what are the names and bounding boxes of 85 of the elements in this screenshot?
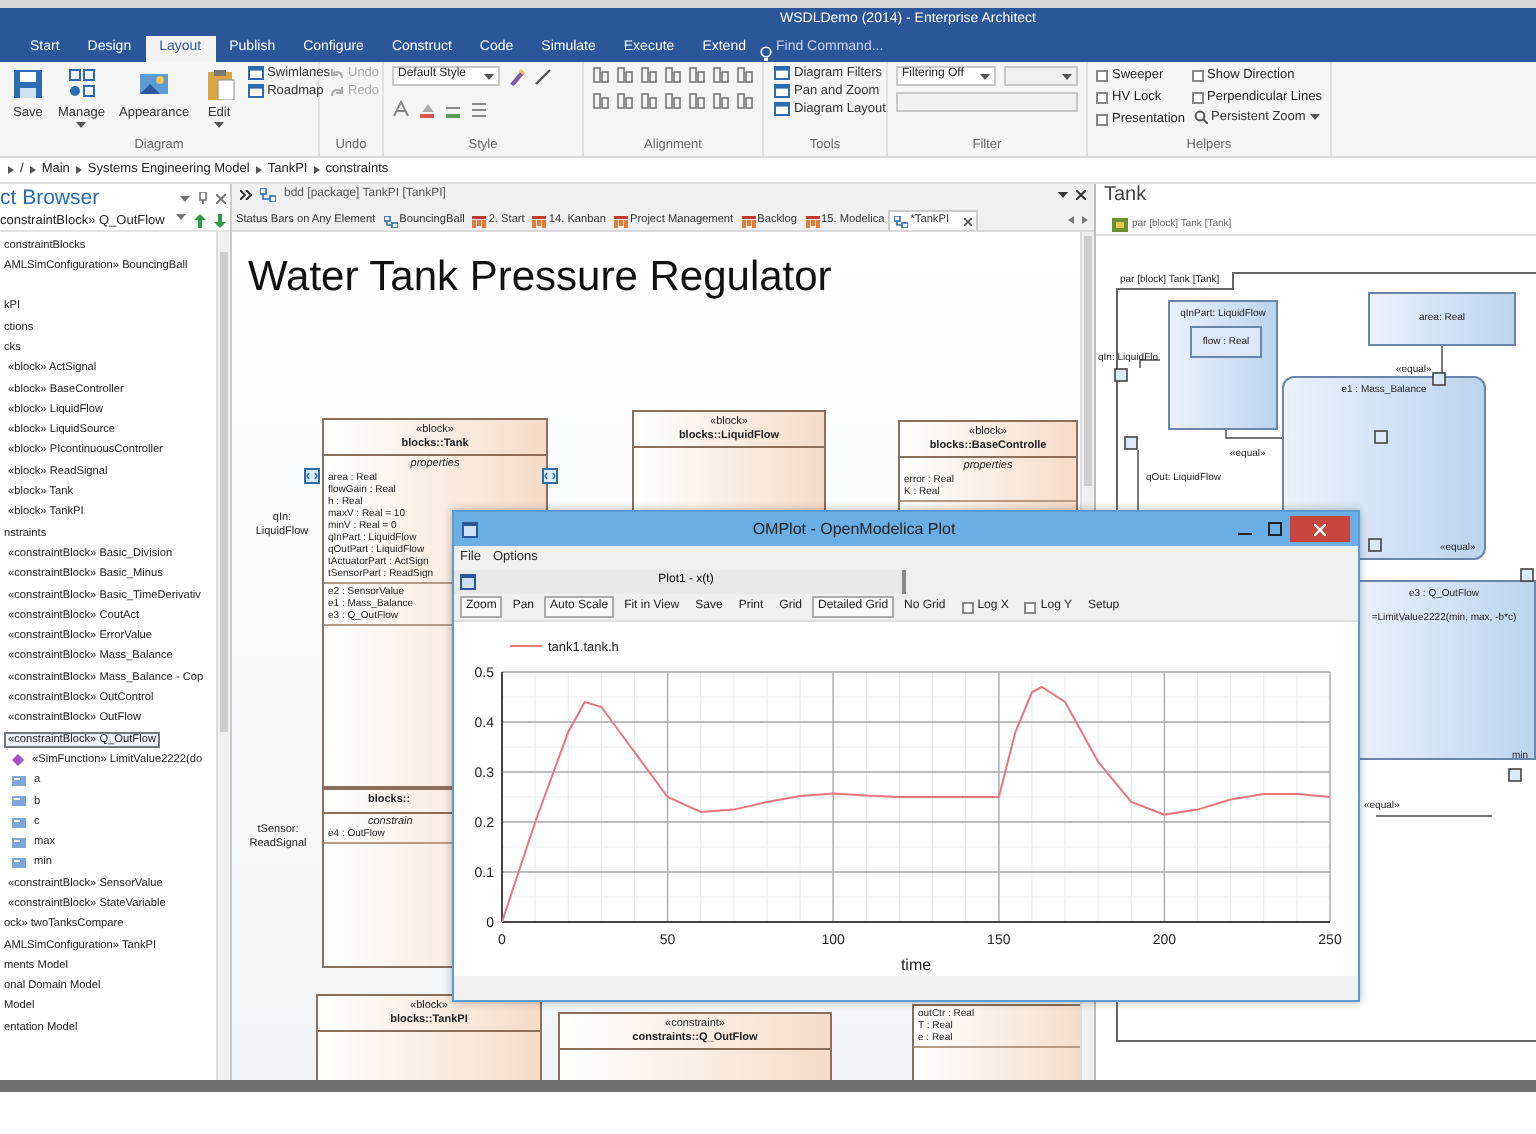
align-icon[interactable]: [592, 92, 610, 110]
align-icon[interactable]: [688, 92, 706, 110]
chevron-icon: [8, 166, 14, 174]
undo-icon: [330, 67, 344, 80]
search-icon: [1193, 110, 1207, 125]
maximize-icon: [1268, 522, 1282, 536]
font-color-icon: [392, 100, 410, 118]
scrollbar-thumb[interactable]: [1084, 236, 1092, 486]
window-icon: [247, 84, 264, 99]
port-icon: [1368, 538, 1382, 552]
fill-color-icon: [418, 100, 436, 118]
chevron-icon: [29, 166, 36, 174]
align-icon[interactable]: [640, 92, 658, 110]
align-icon[interactable]: [712, 92, 730, 110]
close-button[interactable]: [1290, 516, 1350, 542]
panel-title: ct Browser: [0, 185, 100, 211]
attribute-icon: [12, 796, 26, 807]
port-icon: [1432, 372, 1446, 386]
connector-line: [1375, 815, 1493, 817]
clipboard-icon: [203, 68, 236, 100]
save-icon: [12, 68, 44, 100]
align-icon[interactable]: [592, 66, 610, 84]
board-icon: [532, 215, 547, 228]
left-arrow-icon[interactable]: [1068, 216, 1074, 224]
chevron-icon: [75, 166, 82, 174]
x-axis-label: time: [900, 956, 932, 974]
align-icon[interactable]: [640, 66, 658, 84]
caret-icon: [980, 73, 990, 79]
align-icon[interactable]: [616, 66, 634, 84]
up-arrow-icon[interactable]: [194, 214, 206, 228]
align-icon[interactable]: [664, 92, 682, 110]
attribute-icon: [12, 817, 26, 828]
chevron-icon: [313, 166, 320, 174]
caret-icon: [484, 73, 494, 79]
close-icon[interactable]: [1076, 190, 1086, 200]
dropdown-icon[interactable]: [1058, 192, 1068, 198]
chevron-icon: [255, 166, 262, 174]
attribute-icon: [12, 858, 26, 869]
align-icon[interactable]: [712, 66, 730, 84]
board-icon: [472, 215, 487, 228]
port-icon: [1124, 436, 1138, 450]
double-chevron-icon[interactable]: [240, 190, 252, 200]
port-icon: [1520, 568, 1534, 582]
board-icon: [805, 215, 820, 228]
brush-icon: [508, 67, 526, 85]
diagram-icon: [260, 188, 276, 202]
filter-field[interactable]: [896, 92, 1078, 112]
port-icon: [1114, 368, 1128, 382]
filter-scope-dropdown[interactable]: [1004, 66, 1078, 86]
boxes-icon: [65, 68, 98, 100]
port-icon: [542, 468, 558, 484]
diamond-icon: [12, 754, 24, 767]
pen-icon: [534, 67, 552, 85]
app-icon: [460, 573, 476, 589]
caret-icon: [1309, 114, 1320, 121]
attribute-icon: [12, 837, 26, 848]
port-icon: [304, 468, 320, 484]
caret-icon: [1062, 73, 1072, 79]
redo-icon: [330, 85, 344, 98]
close-icon[interactable]: [963, 217, 972, 226]
port-icon: [1374, 430, 1388, 444]
connector-line: [1441, 345, 1443, 377]
align-icon[interactable]: [736, 92, 754, 110]
diagram-title: Water Tank Pressure Regulator: [248, 252, 832, 303]
port-icon: [1508, 768, 1522, 782]
window-title: OMPlot - OpenModelica Plot: [750, 519, 958, 539]
down-arrow-icon[interactable]: [214, 214, 226, 228]
align-icon[interactable]: [736, 66, 754, 84]
board-icon: [741, 215, 756, 228]
panel-title: Tank: [1102, 184, 1149, 210]
diagram-icon: [1112, 217, 1128, 231]
line-width-icon: [470, 100, 488, 118]
align-icon[interactable]: [688, 66, 706, 84]
diagram-icon: [383, 215, 398, 228]
diagram-icon: [894, 215, 909, 228]
connector-line: [1139, 359, 1161, 369]
align-icon[interactable]: [664, 66, 682, 84]
picture-icon: [138, 68, 171, 100]
attribute-icon: [12, 776, 26, 787]
app-icon: [462, 521, 478, 537]
right-arrow-icon[interactable]: [1082, 216, 1088, 224]
pin-icon[interactable]: [198, 192, 208, 204]
board-icon: [613, 215, 628, 228]
close-icon: [1314, 523, 1326, 535]
align-icon[interactable]: [616, 92, 634, 110]
